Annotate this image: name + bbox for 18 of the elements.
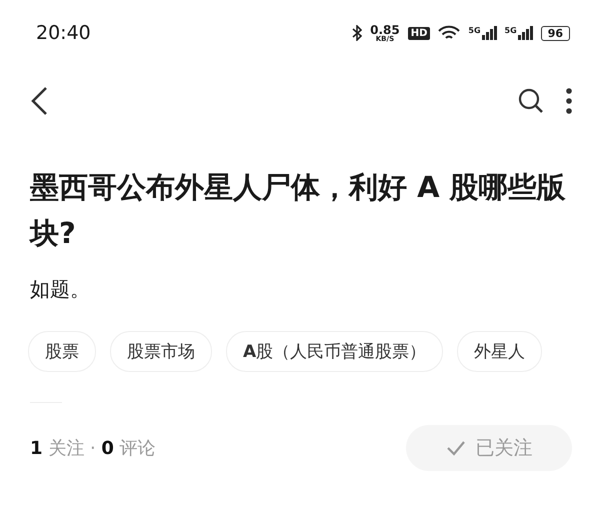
clock: 20:40 [36,22,92,44]
wifi-icon [438,25,460,41]
topic-tag[interactable]: 股票市场 [110,331,212,372]
hd-badge: HD [408,26,430,40]
search-icon[interactable] [518,88,544,114]
more-icon[interactable] [566,88,572,114]
stats-text: 1 关注 · 0 评论 [30,437,157,460]
bluetooth-icon [352,25,362,41]
topic-tag[interactable]: 外星人 [457,331,542,372]
back-icon[interactable] [30,86,48,116]
signal-indicator: 5G [504,26,533,40]
topic-tag[interactable]: 股票 [28,331,96,372]
check-icon [446,440,466,456]
signal-indicator: 5G [468,26,497,40]
question-body: 如题。 [30,276,91,303]
question-title: 墨西哥公布外星人尸体，利好 A 股哪些版块? [30,169,567,252]
topic-tag[interactable]: A股（人民币普通股票） [226,331,444,372]
battery-indicator: 96 [540,26,570,40]
